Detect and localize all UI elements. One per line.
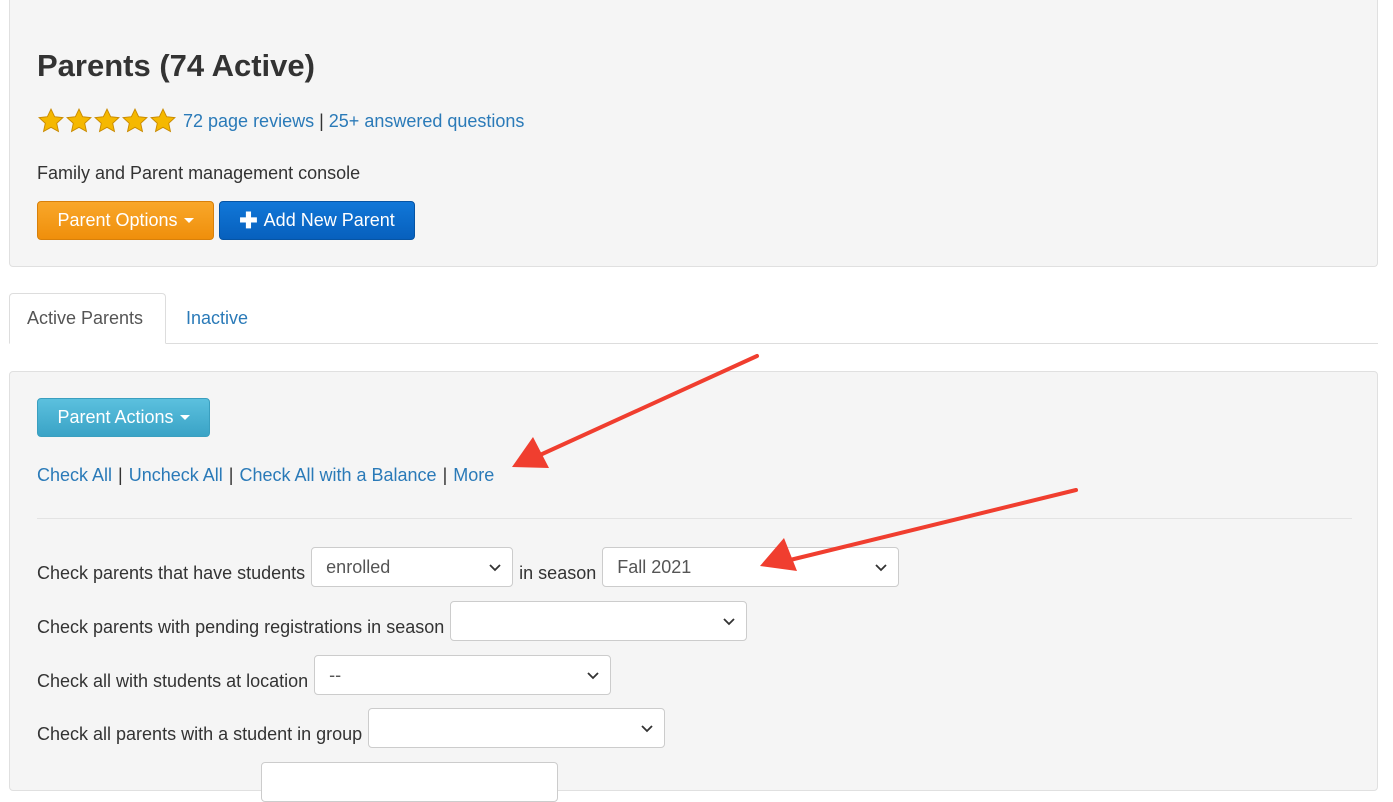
parent-options-button[interactable]: Parent Options [37, 201, 214, 240]
check-all-link[interactable]: Check All [37, 465, 112, 486]
page-title: Parents (74 Active) [37, 48, 315, 83]
group-select[interactable] [368, 708, 666, 748]
tab-inactive[interactable]: Inactive [169, 293, 265, 344]
star-icon [38, 108, 64, 133]
star-icon [150, 108, 176, 133]
tab-label: Active Parents [27, 308, 144, 328]
divider [37, 518, 1352, 519]
tab-label: Inactive [186, 308, 249, 328]
pending-season-select[interactable] [450, 601, 748, 641]
select-value: enrolled [326, 556, 391, 577]
separator: | [442, 465, 448, 485]
star-icon [122, 108, 148, 133]
filter-label: Check parents that have students [37, 562, 306, 583]
star-icon [66, 108, 92, 133]
chevron-down-icon [587, 672, 599, 680]
chevron-down-icon [875, 564, 887, 572]
plus-icon: ✚ [239, 207, 258, 233]
next-filter-select[interactable] [261, 762, 558, 802]
group-filter: Check all parents with a student in grou… [37, 708, 666, 748]
reviews-link[interactable]: 72 page reviews [183, 111, 314, 132]
filter-label: Check all with students at location [37, 670, 309, 691]
add-parent-label: Add New Parent [263, 210, 395, 230]
actions-panel: Parent Actions Check All | Uncheck All |… [9, 371, 1378, 802]
students-season-filter: Check parents that have students enrolle… [37, 547, 900, 587]
separator: | [319, 110, 324, 131]
uncheck-all-link[interactable]: Uncheck All [129, 465, 223, 486]
chevron-down-icon [723, 618, 735, 626]
select-value: -- [329, 664, 342, 685]
parent-options-label: Parent Options [57, 210, 178, 230]
pending-registrations-filter: Check parents with pending registrations… [37, 601, 748, 641]
chevron-down-icon [641, 725, 653, 733]
check-all-balance-link[interactable]: Check All with a Balance [239, 465, 436, 486]
more-link[interactable]: More [453, 465, 494, 486]
parent-actions-label: Parent Actions [57, 407, 174, 427]
rating-row: 72 page reviews | 25+ answered questions [37, 106, 524, 136]
student-status-select[interactable]: enrolled [311, 547, 514, 587]
select-value: Fall 2021 [617, 556, 692, 577]
season-select[interactable]: Fall 2021 [602, 547, 900, 587]
add-new-parent-button[interactable]: ✚ Add New Parent [219, 201, 415, 240]
page-subtitle: Family and Parent management console [37, 163, 361, 183]
parent-actions-button[interactable]: Parent Actions [37, 398, 210, 437]
location-filter: Check all with students at location -- [37, 655, 612, 695]
tab-bar: Active Parents Inactive [9, 293, 1378, 344]
chevron-down-icon [489, 564, 501, 572]
filter-label: in season [519, 562, 597, 583]
separator: | [118, 465, 123, 485]
separator: | [228, 465, 234, 485]
star-rating [37, 107, 177, 135]
page-header-panel: Parents (74 Active) 72 page reviews | 25… [9, 0, 1378, 267]
caret-down-icon [183, 218, 194, 223]
questions-link[interactable]: 25+ answered questions [329, 111, 525, 132]
star-icon [94, 108, 120, 133]
tab-active-parents[interactable]: Active Parents [9, 293, 166, 344]
caret-down-icon [179, 415, 190, 420]
filter-label: Check parents with pending registrations… [37, 616, 445, 637]
location-select[interactable]: -- [314, 655, 612, 695]
check-links-row: Check All | Uncheck All | Check All with… [37, 465, 494, 486]
filter-label: Check all parents with a student in grou… [37, 723, 363, 744]
